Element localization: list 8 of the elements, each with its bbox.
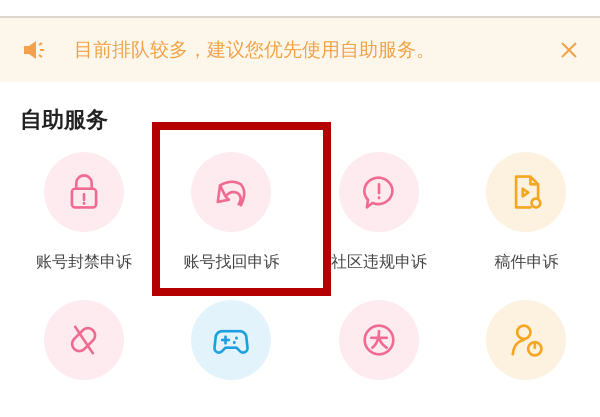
- notice-text: 目前排队较多，建议您优先使用自助服务。: [74, 38, 436, 63]
- speaker-icon: [22, 39, 46, 61]
- section-title: 自助服务: [20, 107, 108, 135]
- service-label[interactable]: 账号封禁申诉: [36, 250, 132, 274]
- service-label[interactable]: 稿件申诉: [494, 250, 558, 274]
- service-label[interactable]: 账号找回申诉: [183, 250, 280, 274]
- service-label[interactable]: 社区违规申诉: [330, 250, 427, 274]
- close-icon[interactable]: [560, 41, 578, 59]
